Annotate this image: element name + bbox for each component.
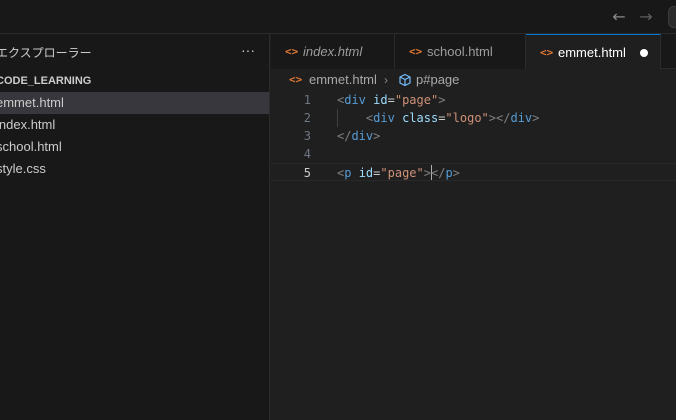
code-token: >: [452, 166, 460, 180]
more-actions-icon[interactable]: ···: [238, 40, 258, 60]
code-line[interactable]: 4: [271, 145, 676, 163]
code-line[interactable]: 1 <div id="page">: [271, 91, 676, 109]
code-text: <div class="logo"></div>: [337, 109, 539, 127]
symbol-element-icon: [399, 73, 411, 87]
code-line[interactable]: 5 <p id="page"></p>: [271, 163, 676, 181]
breadcrumb-file[interactable]: emmet.html: [309, 69, 377, 91]
tab-index-html[interactable]: <> index.html: [271, 34, 395, 69]
file-item[interactable]: index.html: [0, 114, 269, 136]
folder-label: CODE_LEARNING: [0, 75, 92, 87]
editor-tab-bar: <> index.html <> school.html <> emmet.html: [271, 34, 676, 70]
code-line[interactable]: 3 </div>: [271, 127, 676, 145]
html-file-icon: <>: [409, 45, 423, 58]
html-file-icon: <>: [289, 73, 303, 86]
code-token: p: [445, 166, 453, 180]
code-token: >: [438, 93, 446, 107]
tab-label: school.html: [427, 44, 493, 59]
code-text: </div>: [337, 127, 380, 145]
code-token: id: [373, 93, 388, 107]
code-token: "page": [394, 93, 439, 107]
command-center[interactable]: [668, 6, 676, 28]
line-number: 4: [303, 147, 311, 161]
folder-row[interactable]: CODE_LEARNING: [0, 70, 270, 92]
line-number: 1: [303, 93, 311, 107]
line-number: 2: [303, 111, 311, 125]
code-token: div: [344, 93, 366, 107]
file-item[interactable]: school.html: [0, 136, 269, 158]
file-label: index.html: [0, 117, 56, 132]
code-token: </: [337, 129, 352, 143]
html-file-icon: <>: [540, 46, 554, 59]
unsaved-dot-icon[interactable]: [640, 49, 648, 57]
sidebar-title: エクスプローラー: [0, 46, 92, 60]
code-line[interactable]: 2 <div class="logo"></div>: [271, 109, 676, 127]
code-token: >: [488, 111, 497, 125]
code-editor[interactable]: 1 <div id="page"> 2 <div class="logo"></di…: [271, 91, 676, 420]
explorer-sidebar: エクスプローラー ··· CODE_LEARNING emmet.html ind…: [0, 34, 270, 420]
file-item[interactable]: style.css: [0, 158, 269, 180]
code-text: <p id="page"></p>: [337, 164, 460, 182]
code-text: <div id="page">: [337, 91, 445, 109]
code-token: div: [373, 111, 395, 125]
code-token: div: [351, 129, 374, 143]
code-token: class: [402, 111, 439, 125]
file-label: style.css: [0, 161, 46, 176]
breadcrumb: <> emmet.html › p#page: [271, 69, 676, 91]
code-token: </: [496, 111, 511, 125]
code-token: id: [358, 166, 374, 180]
file-label: emmet.html: [0, 95, 64, 110]
file-item[interactable]: emmet.html: [0, 92, 269, 114]
line-number: 3: [303, 129, 311, 143]
tab-label: emmet.html: [558, 45, 626, 60]
sidebar-header: エクスプローラー ···: [0, 34, 270, 68]
arrow-left-icon[interactable]: ←: [609, 7, 629, 27]
code-token: =: [387, 93, 395, 107]
tab-label: index.html: [303, 44, 363, 59]
code-token: </: [430, 166, 446, 180]
html-file-icon: <>: [285, 45, 299, 58]
arrow-right-icon[interactable]: →: [636, 7, 656, 27]
breadcrumb-element[interactable]: p#page: [416, 69, 459, 91]
tab-emmet-html[interactable]: <> emmet.html: [526, 34, 661, 70]
tab-school-html[interactable]: <> school.html: [395, 34, 526, 69]
chevron-right-icon: ›: [384, 73, 388, 87]
line-number: 5: [303, 166, 311, 180]
title-bar: ← →: [0, 0, 676, 34]
code-token: "page": [380, 166, 424, 180]
code-token: >: [532, 111, 540, 125]
file-label: school.html: [0, 139, 62, 154]
code-token: >: [423, 166, 431, 180]
code-token: div: [510, 111, 533, 125]
code-token: >: [373, 129, 381, 143]
code-token: "logo": [445, 111, 489, 125]
